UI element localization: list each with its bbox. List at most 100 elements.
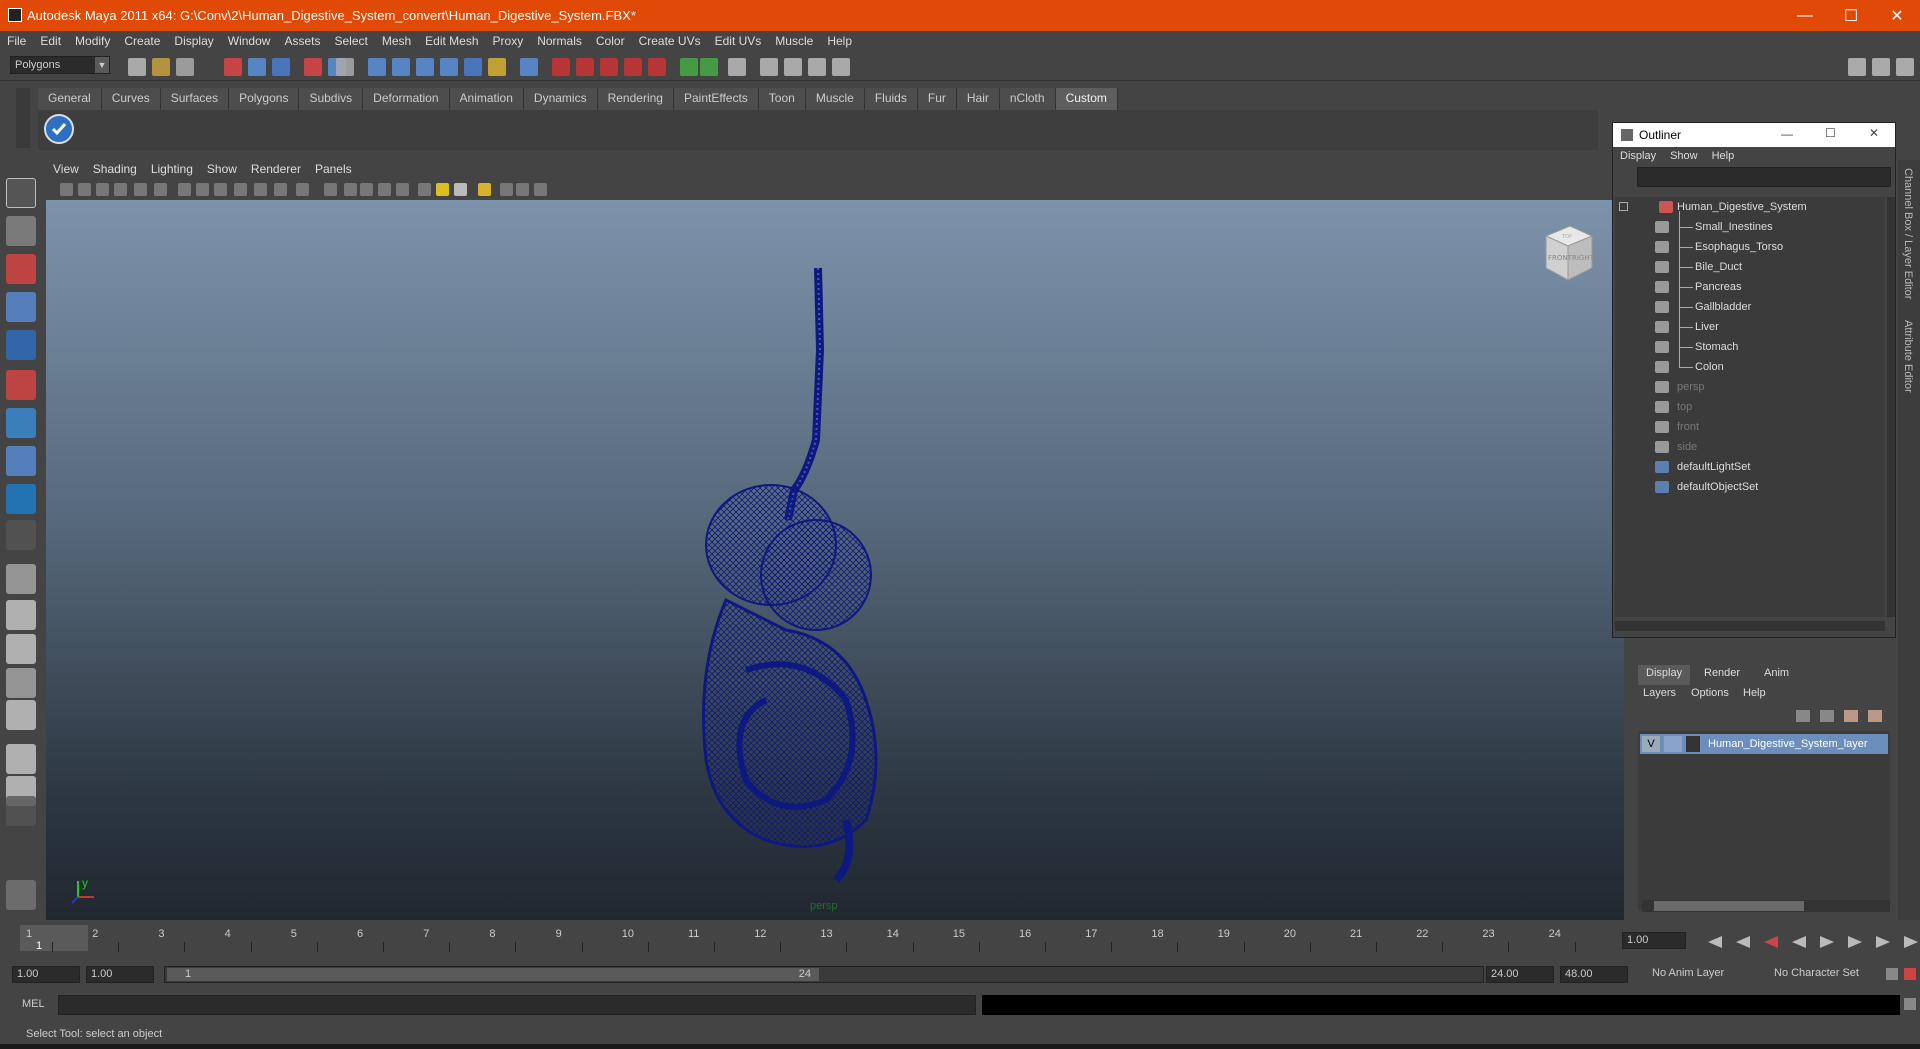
character-set-selector[interactable]: No Character Set (1770, 966, 1874, 983)
outliner-item[interactable]: Stomach (1615, 337, 1885, 357)
status-tool-icon[interactable] (488, 58, 506, 76)
close-button[interactable]: ✕ (1874, 0, 1920, 31)
layer-menu-help[interactable]: Help (1743, 687, 1766, 699)
viewport-tool-icon[interactable] (254, 183, 267, 196)
layer-hscrollbar[interactable] (1642, 900, 1890, 912)
status-tool-icon[interactable] (576, 58, 594, 76)
menu-select[interactable]: Select (327, 34, 374, 48)
four-pane-icon[interactable] (6, 600, 36, 630)
viewport-tool-icon[interactable] (60, 183, 73, 196)
shelf-tab-hair[interactable]: Hair (956, 88, 1000, 110)
status-tool-icon[interactable] (648, 58, 666, 76)
time-slider[interactable] (12, 924, 1622, 954)
shelf-tab-animation[interactable]: Animation (449, 88, 524, 110)
status-tool-icon[interactable] (440, 58, 458, 76)
viewport-menu-panels[interactable]: Panels (308, 162, 359, 176)
viewport-tool-icon[interactable] (360, 183, 373, 196)
maximize-button[interactable]: ☐ (1828, 0, 1874, 31)
checkmark-icon[interactable] (44, 114, 74, 144)
shelf-tab-muscle[interactable]: Muscle (805, 88, 865, 110)
outliner-item[interactable]: defaultObjectSet (1615, 477, 1885, 497)
layer-color-swatch[interactable] (1686, 736, 1700, 752)
outliner-menu-help[interactable]: Help (1705, 150, 1742, 162)
viewport-tool-icon[interactable] (324, 183, 337, 196)
outliner-close-button[interactable]: ✕ (1869, 126, 1879, 140)
shelf-tab-ncloth[interactable]: nCloth (999, 88, 1056, 110)
status-tool-icon[interactable] (600, 58, 618, 76)
layout-icon[interactable] (6, 668, 36, 698)
layer-playback-toggle[interactable] (1664, 736, 1682, 752)
viewport-persp[interactable]: FRONT RIGHT TOP y (46, 200, 1624, 920)
viewport-menu-shading[interactable]: Shading (86, 162, 144, 176)
shelf-tab-general[interactable]: General (38, 88, 102, 110)
menu-proxy[interactable]: Proxy (486, 34, 531, 48)
new-layer-selected-icon[interactable] (1868, 710, 1882, 722)
outliner-item[interactable]: defaultLightSet (1615, 457, 1885, 477)
status-tool-icon[interactable] (552, 58, 570, 76)
outliner-minimize-button[interactable]: — (1781, 127, 1793, 141)
paint-select-icon[interactable] (6, 254, 36, 284)
rotate-tool-icon[interactable] (6, 330, 36, 360)
outliner-menu-display[interactable]: Display (1613, 150, 1663, 162)
status-tool-icon[interactable] (368, 58, 386, 76)
shelf-tab-surfaces[interactable]: Surfaces (160, 88, 230, 110)
menu-help[interactable]: Help (820, 34, 859, 48)
viewport-tool-icon[interactable] (454, 183, 467, 196)
layers-icon[interactable] (1820, 710, 1834, 722)
status-tool-icon[interactable] (336, 58, 354, 76)
menu-modify[interactable]: Modify (68, 34, 117, 48)
command-input[interactable] (58, 995, 976, 1015)
status-tool-icon[interactable] (392, 58, 410, 76)
viewport-menu-renderer[interactable]: Renderer (244, 162, 308, 176)
layer-name[interactable]: Human_Digestive_System_layer (1708, 734, 1868, 754)
single-pane-icon[interactable] (6, 564, 36, 594)
status-tool-icon[interactable] (272, 58, 290, 76)
status-tool-icon[interactable] (464, 58, 482, 76)
viewport-tool-icon[interactable] (154, 183, 167, 196)
move-tool-icon[interactable] (6, 292, 36, 322)
layer-tab-render[interactable]: Render (1696, 665, 1748, 685)
layer-tab-display[interactable]: Display (1638, 665, 1691, 685)
menu-edit-uvs[interactable]: Edit UVs (708, 34, 769, 48)
scale-tool-icon[interactable] (6, 370, 36, 400)
status-tool-icon[interactable] (176, 58, 194, 76)
menu-window[interactable]: Window (221, 34, 278, 48)
status-tool-icon[interactable] (416, 58, 434, 76)
viewport-tool-icon[interactable] (500, 183, 513, 196)
panel-layout-icon[interactable] (1848, 58, 1866, 76)
shelf-tab-dynamics[interactable]: Dynamics (523, 88, 598, 110)
layer-menu-options[interactable]: Options (1691, 687, 1729, 699)
viewport-tool-icon[interactable] (516, 183, 529, 196)
viewport-tool-icon[interactable] (378, 183, 391, 196)
panel-layout-icon[interactable] (1872, 58, 1890, 76)
layers-icon[interactable] (1796, 710, 1810, 722)
status-tool-icon[interactable] (152, 58, 170, 76)
minimize-button[interactable]: — (1782, 0, 1828, 31)
shelf-tab-painteffects[interactable]: PaintEffects (673, 88, 759, 110)
outliner-item[interactable]: Gallbladder (1615, 297, 1885, 317)
outliner-item[interactable]: Small_Inestines (1615, 217, 1885, 237)
menu-file[interactable]: File (0, 34, 33, 48)
viewport-tool-icon[interactable] (96, 183, 109, 196)
viewport-menu-lighting[interactable]: Lighting (144, 162, 200, 176)
viewport-tool-icon[interactable] (478, 183, 491, 196)
outliner-item[interactable]: top (1615, 397, 1885, 417)
playback-end-field[interactable]: 24.00 (1486, 966, 1554, 983)
status-tool-icon[interactable] (728, 58, 746, 76)
menu-create-uvs[interactable]: Create UVs (632, 34, 708, 48)
show-manip-icon[interactable] (6, 484, 36, 514)
outliner-search-field[interactable] (1637, 167, 1891, 187)
status-tool-icon[interactable] (520, 58, 538, 76)
layout-icon[interactable] (6, 634, 36, 664)
menu-assets[interactable]: Assets (277, 34, 327, 48)
outliner-item[interactable]: front (1615, 417, 1885, 437)
status-tool-icon[interactable] (832, 58, 850, 76)
outliner-item[interactable]: Human_Digestive_System (1615, 197, 1885, 217)
shelf-menu-handle[interactable] (16, 88, 30, 148)
key-icon[interactable] (1886, 968, 1898, 980)
viewport-tool-icon[interactable] (418, 183, 431, 196)
mel-label[interactable]: MEL (22, 998, 45, 1010)
viewport-tool-icon[interactable] (196, 183, 209, 196)
shelf-tab-curves[interactable]: Curves (101, 88, 161, 110)
lasso-tool-icon[interactable] (6, 216, 36, 246)
